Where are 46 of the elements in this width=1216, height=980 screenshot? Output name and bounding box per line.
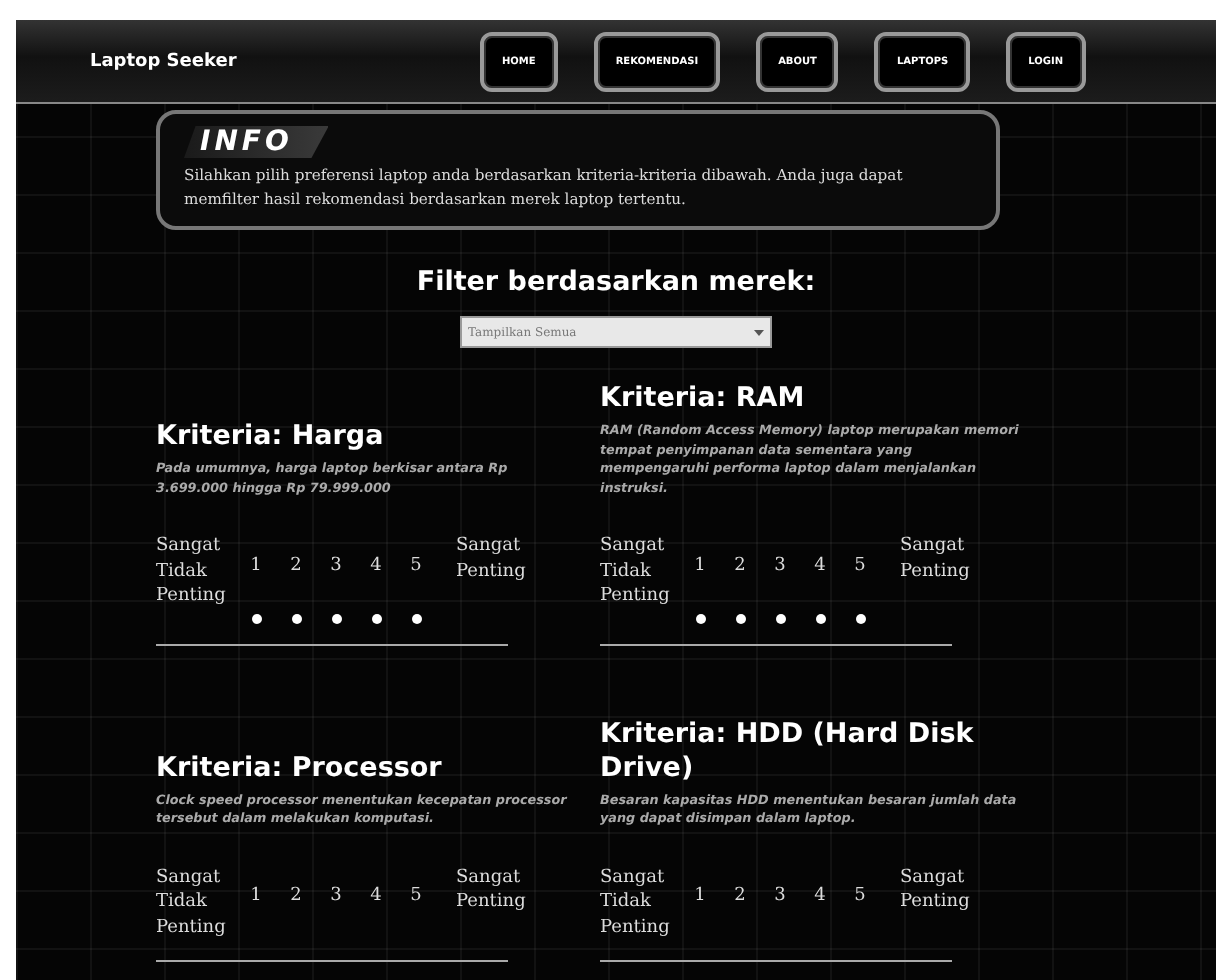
scale-high-label: Sangat Penting xyxy=(898,534,972,585)
scale-number: 1 xyxy=(248,553,264,578)
criterion-title: Kriteria: HDD (Hard Disk Drive) xyxy=(600,717,976,785)
site-title: Laptop Seeker xyxy=(90,51,239,71)
scale-high-label: Sangat Penting xyxy=(898,865,972,916)
radio-button[interactable] xyxy=(291,613,301,623)
radio-button[interactable] xyxy=(331,613,341,623)
radio-button[interactable] xyxy=(855,613,865,623)
scale-number: 1 xyxy=(692,553,708,578)
scale-number: 5 xyxy=(852,553,868,578)
scale-high-label: Sangat Penting xyxy=(454,865,528,916)
scale-low-label: Sangat Tidak Penting xyxy=(600,534,672,609)
scale-number: 3 xyxy=(772,553,788,578)
criterion-title: Kriteria: Harga xyxy=(156,420,386,454)
scale-low-label: Sangat Tidak Penting xyxy=(600,865,672,940)
scale-number: 2 xyxy=(288,553,304,578)
info-badge: INFO xyxy=(184,126,329,158)
radio-button[interactable] xyxy=(775,613,785,623)
scale-number: 5 xyxy=(408,884,424,909)
scale-number: 3 xyxy=(772,884,788,909)
radio-button[interactable] xyxy=(815,613,825,623)
scale-number: 4 xyxy=(368,553,384,578)
radio-button[interactable] xyxy=(735,613,745,623)
criterion-title: Kriteria: RAM xyxy=(600,382,807,416)
scale-low-label: Sangat Tidak Penting xyxy=(156,534,228,609)
scale-high-label: Sangat Penting xyxy=(454,534,528,585)
radio-button[interactable] xyxy=(251,613,261,623)
scale-number: 1 xyxy=(248,884,264,909)
scale-number: 5 xyxy=(408,553,424,578)
scale-number: 4 xyxy=(812,884,828,909)
scale-number: 3 xyxy=(328,884,344,909)
scale-number: 4 xyxy=(368,884,384,909)
criterion-title: Kriteria: Processor xyxy=(156,751,444,785)
scale-number: 5 xyxy=(852,884,868,909)
scale-number: 4 xyxy=(812,553,828,578)
scale-low-label: Sangat Tidak Penting xyxy=(156,865,228,940)
radio-button[interactable] xyxy=(371,613,381,623)
scale-number: 2 xyxy=(288,884,304,909)
dropdown-caret-icon xyxy=(754,327,764,337)
radio-button[interactable] xyxy=(695,613,705,623)
scale-number: 3 xyxy=(328,553,344,578)
radio-button[interactable] xyxy=(411,613,421,623)
scale-number: 2 xyxy=(732,884,748,909)
scale-number: 1 xyxy=(692,884,708,909)
filter-title: Filter berdasarkan merek: xyxy=(416,266,816,298)
scale-number: 2 xyxy=(732,553,748,578)
